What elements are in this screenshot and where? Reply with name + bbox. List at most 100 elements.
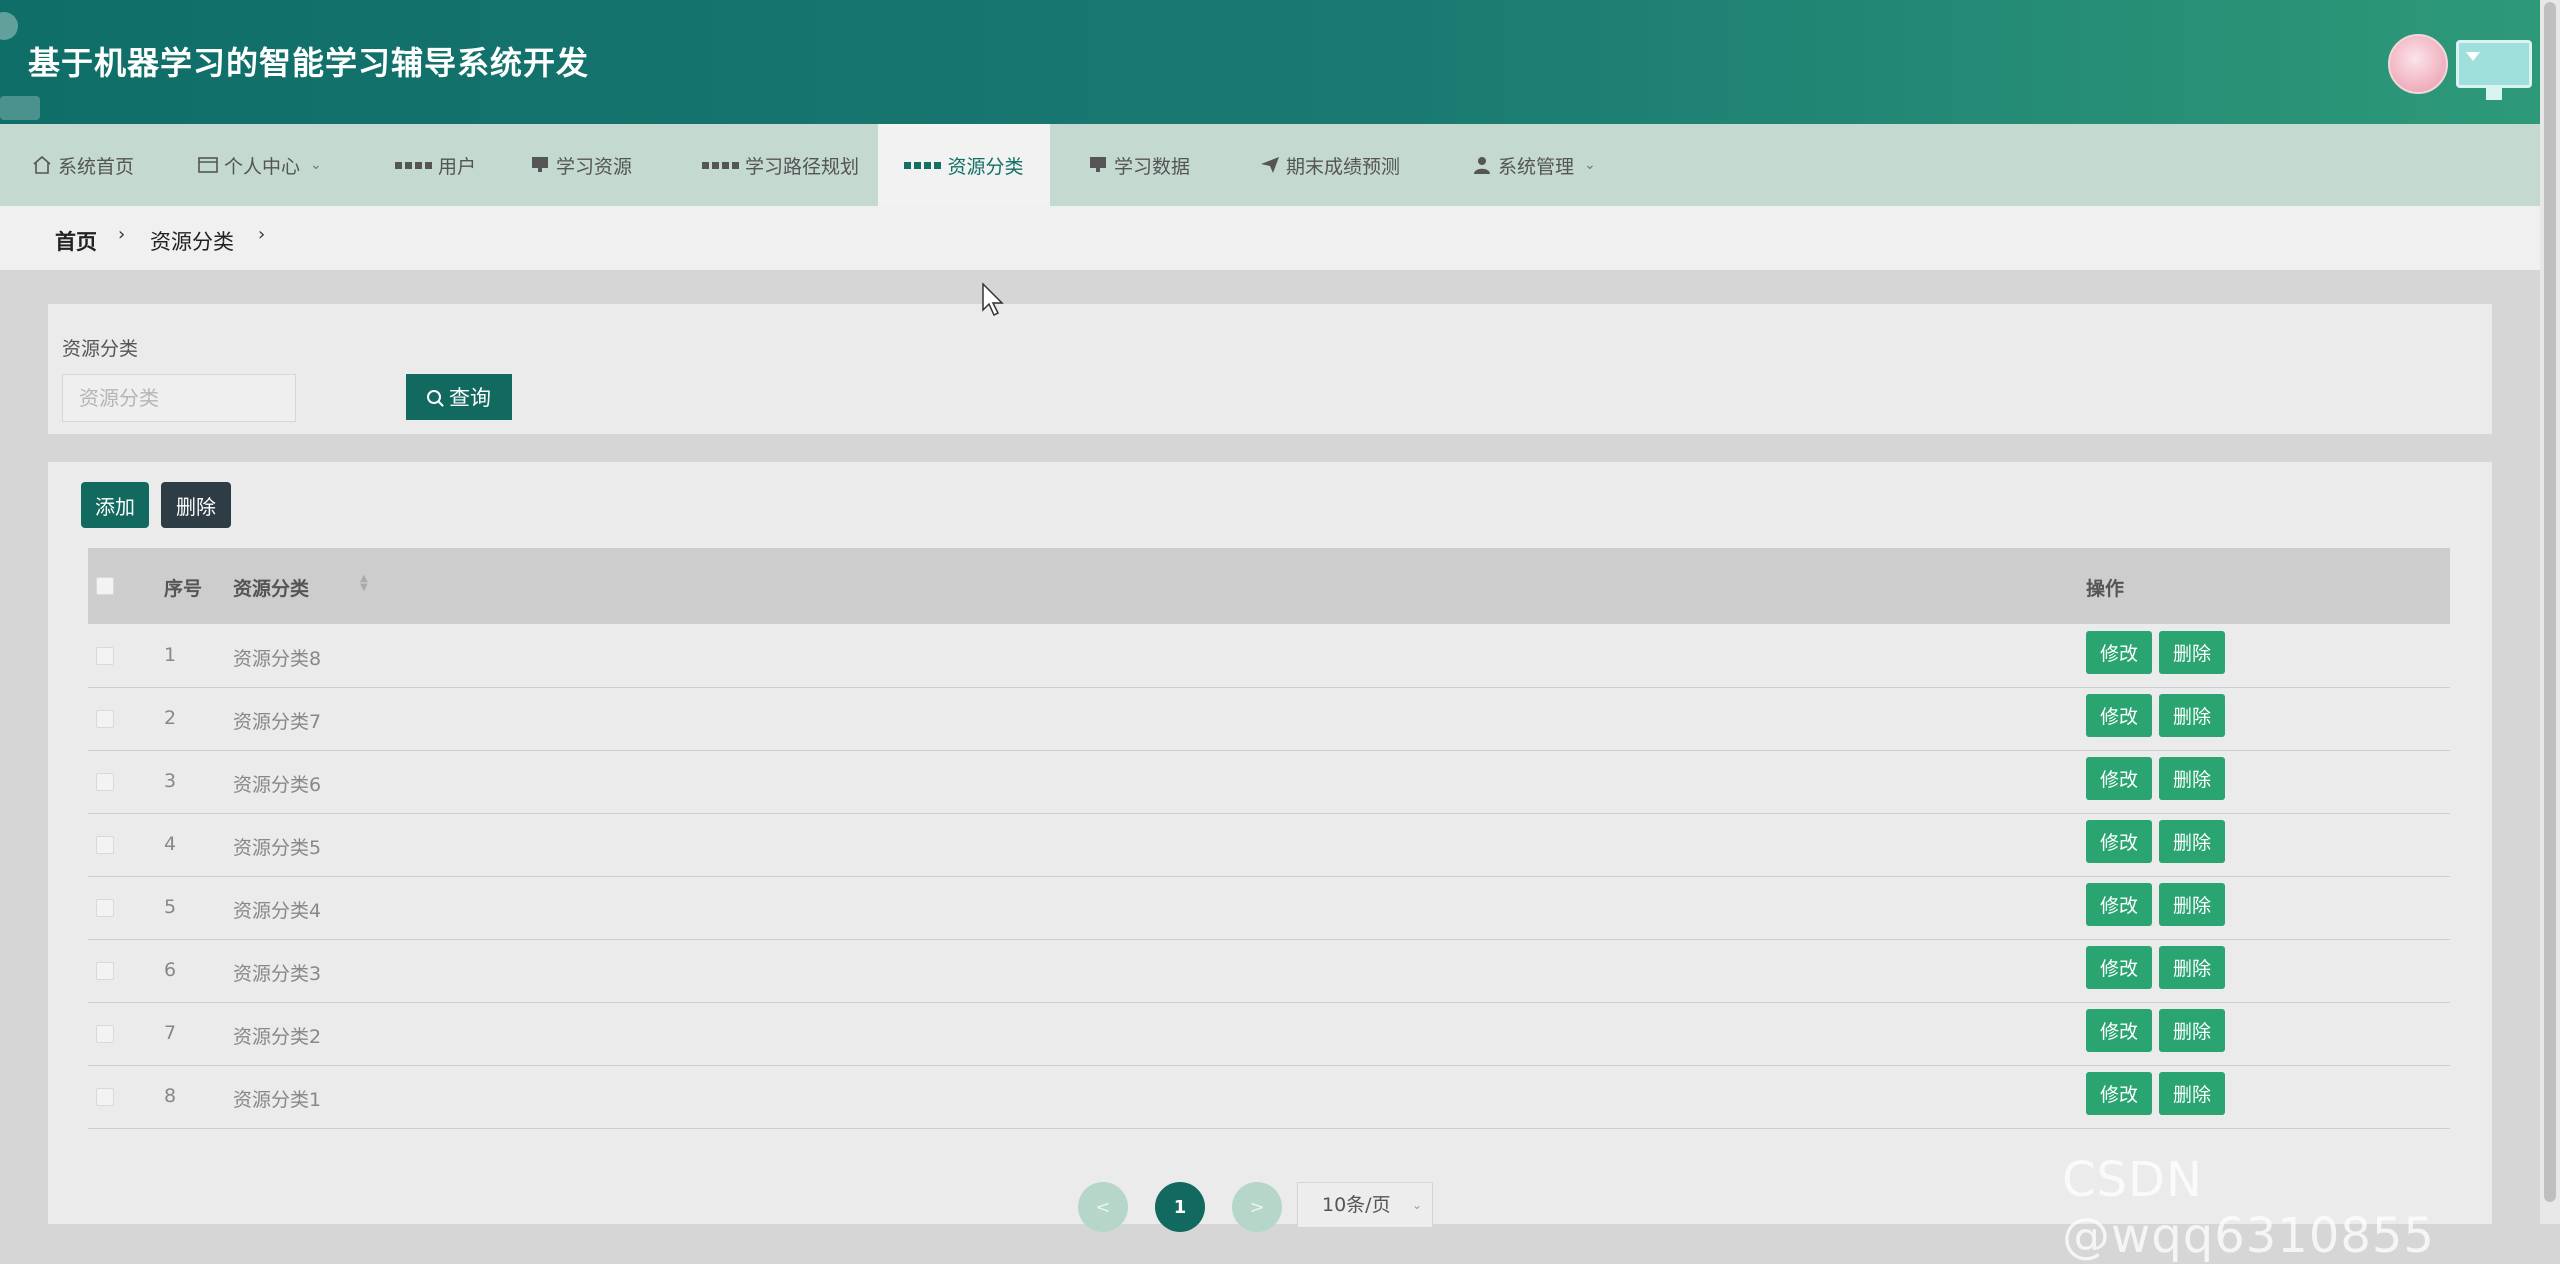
page-number-button[interactable]: 1 bbox=[1155, 1182, 1205, 1232]
grid-icon bbox=[904, 161, 942, 169]
table-row: 7 资源分类2 修改 删除 bbox=[88, 1002, 2450, 1066]
card-icon bbox=[198, 156, 218, 174]
nav-item-learning-resources[interactable]: 学习资源 bbox=[530, 124, 632, 206]
nav-item-final-score-prediction[interactable]: 期末成绩预测 bbox=[1260, 124, 1400, 206]
table-row: 4 资源分类5 修改 删除 bbox=[88, 813, 2450, 877]
nav-item-label: 期末成绩预测 bbox=[1286, 155, 1401, 178]
prev-page-button[interactable]: < bbox=[1078, 1182, 1128, 1232]
nav-item-learning-path[interactable]: 学习路径规划 bbox=[702, 124, 859, 206]
add-button[interactable]: 添加 bbox=[81, 482, 149, 528]
row-checkbox[interactable] bbox=[96, 899, 114, 917]
edit-button[interactable]: 修改 bbox=[2086, 820, 2152, 863]
page-size-select[interactable]: 10条/页 ⌄ bbox=[1297, 1182, 1433, 1228]
row-index: 1 bbox=[164, 644, 177, 666]
row-category: 资源分类6 bbox=[233, 774, 322, 796]
nav-item-resource-category[interactable]: 资源分类 bbox=[878, 124, 1050, 206]
avatar[interactable] bbox=[2388, 34, 2448, 94]
delete-button[interactable]: 删除 bbox=[2159, 1072, 2225, 1115]
nav-item-label: 学习资源 bbox=[556, 155, 633, 178]
app-header: 基于机器学习的智能学习辅导系统开发 bbox=[0, 0, 2560, 124]
query-button-label: 查询 bbox=[449, 386, 491, 410]
table-header: 序号 资源分类 ▲ ▼ 操作 bbox=[88, 548, 2450, 624]
table-row: 3 资源分类6 修改 删除 bbox=[88, 750, 2450, 814]
delete-button[interactable]: 删除 bbox=[2159, 694, 2225, 737]
search-label: 资源分类 bbox=[62, 338, 139, 360]
nav-item-home[interactable]: 系统首页 bbox=[32, 124, 134, 206]
row-index: 7 bbox=[164, 1022, 177, 1044]
home-icon bbox=[32, 155, 52, 175]
table-row: 1 资源分类8 修改 删除 bbox=[88, 624, 2450, 688]
row-category: 资源分类5 bbox=[233, 837, 322, 859]
row-category: 资源分类3 bbox=[233, 963, 322, 985]
row-checkbox[interactable] bbox=[96, 647, 114, 665]
row-category: 资源分类1 bbox=[233, 1089, 322, 1111]
chevron-down-icon: ⌄ bbox=[1584, 157, 1596, 173]
grid-icon bbox=[702, 161, 739, 169]
row-checkbox[interactable] bbox=[96, 710, 114, 728]
delete-button[interactable]: 删除 bbox=[2159, 757, 2225, 800]
delete-button[interactable]: 删除 bbox=[2159, 946, 2225, 989]
row-checkbox[interactable] bbox=[96, 1025, 114, 1043]
chevron-right-icon: › bbox=[118, 224, 126, 245]
row-category: 资源分类4 bbox=[233, 900, 322, 922]
delete-button[interactable]: 删除 bbox=[2159, 1009, 2225, 1052]
delete-button[interactable]: 删除 bbox=[2159, 883, 2225, 926]
delete-button[interactable]: 删除 bbox=[2159, 631, 2225, 674]
query-button[interactable]: 查询 bbox=[406, 374, 512, 420]
row-index: 3 bbox=[164, 770, 177, 792]
table-row: 2 资源分类7 修改 删除 bbox=[88, 687, 2450, 751]
row-index: 6 bbox=[164, 959, 177, 981]
scrollbar-thumb[interactable] bbox=[2544, 2, 2556, 1202]
nav-item-learning-data[interactable]: 学习数据 bbox=[1088, 124, 1190, 206]
table-row: 5 资源分类4 修改 删除 bbox=[88, 876, 2450, 940]
column-header-category[interactable]: 资源分类 bbox=[233, 574, 309, 601]
nav-item-personal-center[interactable]: 个人中心 ⌄ bbox=[198, 124, 322, 206]
watermark: CSDN @wqq6310855 bbox=[2062, 1152, 2435, 1264]
header-decoration bbox=[0, 12, 18, 40]
monitor-icon bbox=[530, 156, 550, 174]
search-icon bbox=[427, 390, 441, 404]
table-panel: 添加 删除 序号 资源分类 ▲ ▼ 操作 1 资源分类8 修改 删除 2 资源分类7 修改 删除… bbox=[48, 462, 2492, 1232]
nav-item-label: 学习数据 bbox=[1114, 155, 1191, 178]
row-checkbox[interactable] bbox=[96, 962, 114, 980]
mouse-cursor-icon bbox=[982, 282, 1004, 317]
edit-button[interactable]: 修改 bbox=[2086, 1072, 2152, 1115]
nav-item-label: 系统首页 bbox=[58, 155, 135, 178]
user-icon bbox=[1472, 156, 1492, 174]
table-row: 8 资源分类1 修改 删除 bbox=[88, 1065, 2450, 1129]
chevron-right-icon: › bbox=[258, 224, 266, 245]
nav-item-system-management[interactable]: 系统管理 ⌄ bbox=[1472, 124, 1596, 206]
edit-button[interactable]: 修改 bbox=[2086, 946, 2152, 989]
row-checkbox[interactable] bbox=[96, 1088, 114, 1106]
edit-button[interactable]: 修改 bbox=[2086, 1009, 2152, 1052]
breadcrumb-home[interactable]: 首页 bbox=[55, 226, 97, 256]
search-panel: 资源分类 查询 bbox=[48, 304, 2492, 434]
header-decoration bbox=[0, 96, 40, 120]
edit-button[interactable]: 修改 bbox=[2086, 757, 2152, 800]
nav-item-label: 系统管理 bbox=[1498, 155, 1575, 178]
row-checkbox[interactable] bbox=[96, 773, 114, 791]
row-checkbox[interactable] bbox=[96, 836, 114, 854]
page-size-label: 10条/页 bbox=[1322, 1194, 1391, 1216]
edit-button[interactable]: 修改 bbox=[2086, 631, 2152, 674]
delete-button[interactable]: 删除 bbox=[2159, 820, 2225, 863]
monitor-icon bbox=[2456, 40, 2532, 102]
search-input[interactable] bbox=[62, 374, 296, 422]
nav-item-label: 用户 bbox=[438, 155, 477, 178]
grid-icon bbox=[395, 161, 432, 169]
top-nav: 系统首页 个人中心 ⌄ 用户 学习资源 学习路径规划 资源分类 学习数据 期末成… bbox=[0, 124, 2540, 206]
row-index: 8 bbox=[164, 1085, 177, 1107]
row-index: 2 bbox=[164, 707, 177, 729]
sort-icon[interactable]: ▲ ▼ bbox=[360, 574, 368, 593]
nav-item-label: 个人中心 bbox=[224, 155, 301, 178]
edit-button[interactable]: 修改 bbox=[2086, 694, 2152, 737]
edit-button[interactable]: 修改 bbox=[2086, 883, 2152, 926]
next-page-button[interactable]: > bbox=[1232, 1182, 1282, 1232]
page-scrollbar[interactable] bbox=[2540, 0, 2560, 1224]
nav-item-users[interactable]: 用户 bbox=[395, 124, 476, 206]
monitor-icon bbox=[1088, 156, 1108, 174]
bulk-delete-button[interactable]: 删除 bbox=[161, 482, 231, 528]
row-category: 资源分类7 bbox=[233, 711, 322, 733]
row-index: 4 bbox=[164, 833, 177, 855]
select-all-checkbox[interactable] bbox=[96, 577, 114, 595]
